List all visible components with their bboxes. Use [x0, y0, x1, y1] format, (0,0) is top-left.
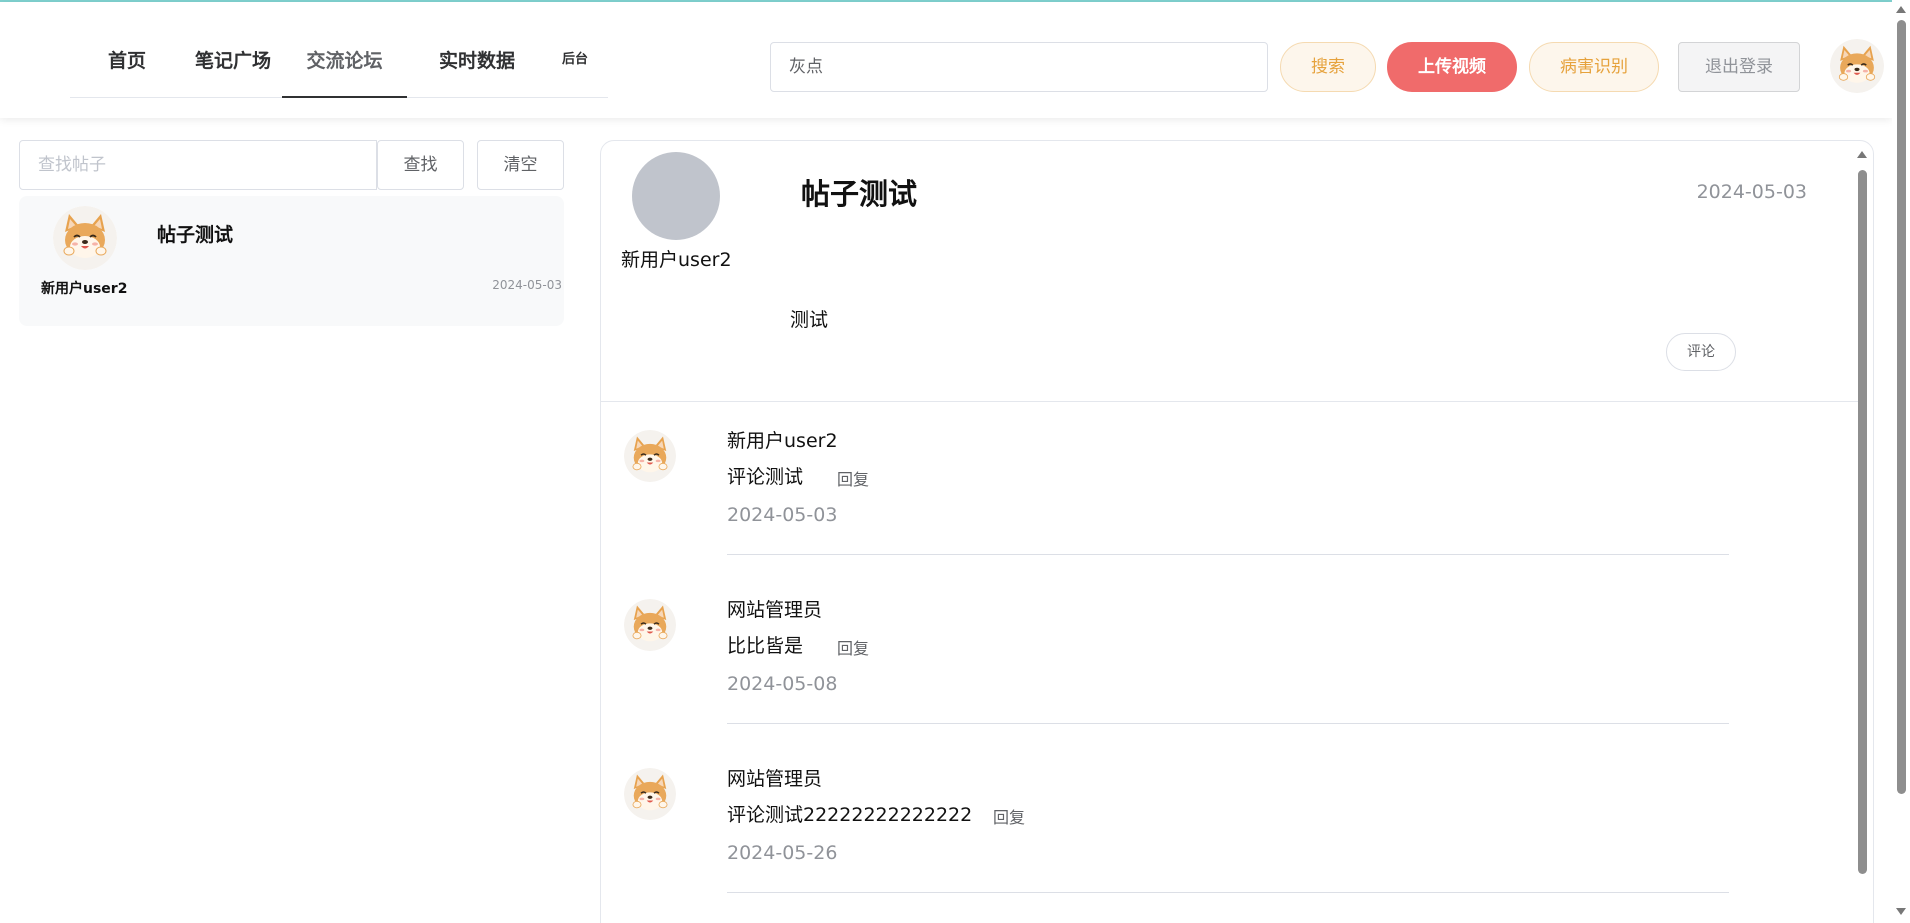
reply-button[interactable]: 回复 — [837, 635, 869, 659]
post-list-author: 新用户user2 — [41, 281, 128, 297]
post-list-date: 2024-05-03 — [492, 278, 562, 292]
nav-realtime-data[interactable]: 实时数据 — [414, 2, 540, 98]
nav-forum[interactable]: 交流论坛 — [282, 2, 407, 98]
comment-avatar-icon — [624, 430, 676, 482]
post-author-avatar-icon — [53, 206, 117, 270]
comment-divider — [727, 554, 1729, 555]
reply-button[interactable]: 回复 — [993, 804, 1025, 828]
nav-home[interactable]: 首页 — [84, 2, 170, 98]
scroll-up-arrow-icon[interactable] — [1857, 151, 1867, 158]
comment-button[interactable]: 评论 — [1666, 333, 1736, 371]
comment-divider — [727, 892, 1729, 893]
logout-button[interactable]: 退出登录 — [1678, 42, 1800, 92]
post-list-title: 帖子测试 — [157, 224, 234, 246]
detail-scroll-thumb[interactable] — [1858, 170, 1867, 874]
comment-divider — [727, 723, 1729, 724]
comment-text: 比比皆是 — [727, 635, 804, 657]
page-scroll-thumb[interactable] — [1897, 20, 1906, 794]
page-scroll-down-arrow-icon[interactable] — [1896, 908, 1906, 915]
find-post-button[interactable]: 查找 — [377, 140, 464, 190]
page-scrollbar[interactable] — [1892, 0, 1910, 923]
post-author-name: 新用户user2 — [621, 249, 732, 271]
post-author-avatar-placeholder — [632, 152, 720, 240]
disease-identify-button[interactable]: 病害识别 — [1529, 42, 1659, 92]
comment-date: 2024-05-08 — [727, 673, 838, 695]
comment-username: 网站管理员 — [727, 768, 823, 790]
comment-avatar-icon — [624, 768, 676, 820]
post-title: 帖子测试 — [801, 177, 918, 211]
comment-username: 新用户user2 — [727, 430, 838, 452]
page-scroll-up-arrow-icon[interactable] — [1896, 6, 1906, 13]
post-marks: `` — [754, 140, 768, 153]
post-detail-panel: `` 新用户user2 帖子测试 2024-05-03 测试 评论 新用户use… — [600, 140, 1874, 923]
post-list-item[interactable]: 帖子测试 新用户user2 2024-05-03 — [19, 196, 564, 326]
comment-item: 网站管理员 比比皆是 回复 2024-05-08 — [601, 571, 1859, 740]
post-content: 测试 — [790, 309, 829, 331]
search-button[interactable]: 搜索 — [1280, 42, 1376, 92]
top-header: 首页 笔记广场 交流论坛 实时数据 后台 灰点 搜索 上传视频 病害识别 退出登… — [0, 2, 1892, 118]
global-search-input[interactable]: 灰点 — [770, 42, 1268, 92]
nav-admin[interactable]: 后台 — [545, 2, 605, 98]
post-search-input[interactable]: 查找帖子 — [19, 140, 377, 190]
comment-username: 网站管理员 — [727, 599, 823, 621]
upload-video-button[interactable]: 上传视频 — [1387, 42, 1517, 92]
comment-text: 评论测试 — [727, 466, 804, 488]
post-date: 2024-05-03 — [1696, 181, 1807, 203]
comment-avatar-icon — [624, 599, 676, 651]
comment-text: 评论测试22222222222222 — [727, 804, 973, 826]
comment-item: 网站管理员 评论测试22222222222222 回复 2024-05-26 — [601, 740, 1859, 909]
user-avatar-icon[interactable] — [1830, 39, 1884, 93]
detail-scrollbar[interactable] — [1855, 145, 1869, 923]
comment-date: 2024-05-03 — [727, 504, 838, 526]
comment-date: 2024-05-26 — [727, 842, 838, 864]
clear-search-button[interactable]: 清空 — [477, 140, 564, 190]
nav-notes-square[interactable]: 笔记广场 — [176, 2, 290, 98]
comment-item: 新用户user2 评论测试 回复 2024-05-03 — [601, 402, 1859, 571]
reply-button[interactable]: 回复 — [837, 466, 869, 490]
main-nav: 首页 笔记广场 交流论坛 实时数据 后台 — [70, 2, 608, 98]
